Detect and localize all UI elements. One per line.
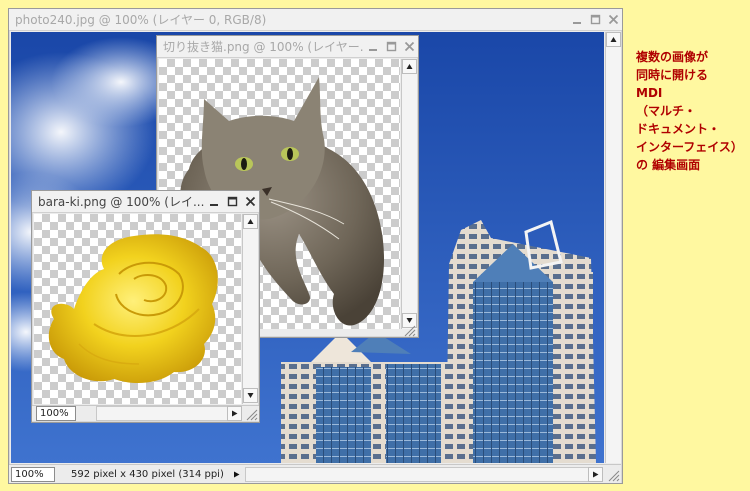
caption-line: の 編集画面	[636, 158, 701, 172]
close-icon[interactable]	[400, 38, 418, 56]
rose-window-title: bara-ki.png @ 100% (レイ...	[38, 195, 205, 209]
main-horizontal-scrollbar[interactable]	[245, 467, 603, 482]
caption-line: インターフェイス）	[636, 140, 743, 154]
scroll-up-icon[interactable]	[402, 59, 417, 74]
maximize-icon[interactable]	[382, 38, 400, 56]
rose-canvas[interactable]	[34, 214, 241, 404]
resize-grip-icon[interactable]	[402, 323, 416, 337]
rose-window-titlebar[interactable]: bara-ki.png @ 100% (レイ...	[32, 191, 259, 213]
caption-line: 同時に開ける	[636, 68, 709, 82]
scroll-right-icon[interactable]	[227, 406, 242, 421]
rose-vertical-scrollbar[interactable]	[242, 214, 258, 404]
rose-zoom-field[interactable]: 100%	[36, 406, 76, 421]
caption-line: 複数の画像が	[636, 50, 709, 64]
main-window-title: photo240.jpg @ 100% (レイヤー 0, RGB/8)	[15, 13, 267, 27]
main-vertical-scrollbar[interactable]	[605, 32, 621, 463]
caption-line: MDI	[636, 86, 663, 100]
rose-status-bar: 100%	[32, 405, 259, 421]
close-icon[interactable]	[604, 11, 622, 29]
minimize-icon[interactable]	[364, 38, 382, 56]
cat-window-title: 切り抜き猫.png @ 100% (レイヤー...	[163, 40, 364, 54]
maximize-icon[interactable]	[586, 11, 604, 29]
main-window-titlebar[interactable]: photo240.jpg @ 100% (レイヤー 0, RGB/8)	[9, 9, 622, 31]
rose-document-window[interactable]: bara-ki.png @ 100% (レイ... 100%	[31, 190, 260, 423]
maximize-icon[interactable]	[223, 193, 241, 211]
mdi-caption: 複数の画像が 同時に開ける MDI （マルチ・ ドキュメント・ インターフェイス…	[636, 48, 743, 174]
minimize-icon[interactable]	[205, 193, 223, 211]
scroll-right-icon[interactable]	[588, 467, 603, 482]
caption-line: ドキュメント・	[636, 122, 721, 136]
main-status-bar: 100% 592 pixel x 430 pixel (314 ppi)	[9, 464, 621, 483]
scroll-up-icon[interactable]	[606, 32, 621, 47]
main-status-text: 592 pixel x 430 pixel (314 ppi)	[71, 469, 224, 480]
resize-grip-icon[interactable]	[606, 468, 620, 482]
cat-window-titlebar[interactable]: 切り抜き猫.png @ 100% (レイヤー...	[157, 36, 418, 58]
status-menu-arrow-icon[interactable]	[229, 467, 244, 482]
minimize-icon[interactable]	[568, 11, 586, 29]
rose-image	[48, 234, 218, 384]
rose-horizontal-scrollbar[interactable]	[96, 406, 242, 421]
main-zoom-field[interactable]: 100%	[11, 467, 55, 482]
caption-line: （マルチ・	[636, 104, 697, 118]
scroll-up-icon[interactable]	[243, 214, 258, 229]
cat-vertical-scrollbar[interactable]	[401, 59, 417, 329]
close-icon[interactable]	[241, 193, 259, 211]
resize-grip-icon[interactable]	[244, 407, 258, 421]
scroll-down-icon[interactable]	[243, 388, 258, 403]
